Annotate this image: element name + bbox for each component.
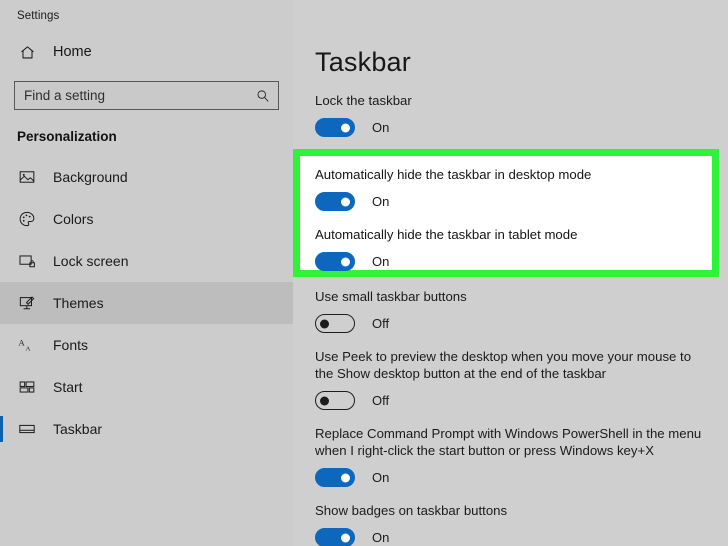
setting-label: Automatically hide the taskbar in deskto…	[315, 167, 592, 182]
badges-toggle[interactable]	[315, 528, 355, 546]
setting-label: Use Peek to preview the desktop when you…	[315, 349, 692, 381]
selection-accent	[0, 290, 3, 316]
svg-text:A: A	[19, 337, 26, 347]
sidebar-item-lock-screen[interactable]: Lock screen	[0, 240, 293, 282]
sidebar-item-label: Start	[53, 379, 83, 395]
sidebar-item-label: Lock screen	[53, 253, 129, 269]
setting-peek: Use Peek to preview the desktop when you…	[293, 348, 726, 410]
toggle-knob	[341, 533, 350, 542]
toggle-row: On	[315, 118, 728, 137]
home-icon	[17, 42, 37, 62]
toggle-state-label: On	[372, 470, 390, 485]
sidebar-item-home-label: Home	[53, 44, 92, 60]
autohide-tablet-toggle[interactable]	[315, 252, 355, 271]
setting-label: Replace Command Prompt with Windows Powe…	[315, 426, 702, 458]
setting-autohide-desktop: Automatically hide the taskbar in deskto…	[300, 166, 712, 211]
toggle-row: On	[315, 192, 712, 211]
svg-text:A: A	[26, 345, 31, 352]
toggle-knob	[341, 123, 350, 132]
sidebar-item-home[interactable]: Home	[0, 37, 293, 67]
toggle-state-label: On	[372, 530, 390, 545]
toggle-row: Off	[315, 391, 726, 410]
setting-powershell: Replace Command Prompt with Windows Powe…	[293, 425, 726, 487]
search-box[interactable]	[14, 81, 279, 110]
sidebar-nav-list: Background Colors Lock screen Themes A A…	[0, 156, 293, 450]
selection-accent	[0, 374, 3, 400]
toggle-state-label: Off	[372, 393, 390, 408]
page-title: Taskbar	[315, 47, 411, 77]
app-title: Settings	[17, 10, 60, 22]
selection-accent	[0, 248, 3, 274]
sidebar-item-label: Fonts	[53, 337, 89, 353]
setting-label: Lock the taskbar	[315, 93, 412, 108]
toggle-row: On	[315, 528, 726, 546]
powershell-toggle[interactable]	[315, 468, 355, 487]
small-buttons-toggle[interactable]	[315, 314, 355, 333]
selection-accent	[0, 164, 3, 190]
selection-accent	[0, 332, 3, 358]
image-icon	[17, 167, 37, 187]
lower-settings-group: Use small taskbar buttons Off Use Peek t…	[293, 277, 726, 546]
toggle-knob	[341, 473, 350, 482]
sidebar-item-fonts[interactable]: A A Fonts	[0, 324, 293, 366]
sidebar-item-colors[interactable]: Colors	[0, 198, 293, 240]
autohide-desktop-toggle[interactable]	[315, 192, 355, 211]
main-content: Taskbar Lock the taskbar On Automaticall…	[293, 0, 728, 546]
search-input[interactable]	[15, 82, 278, 109]
sidebar-item-start[interactable]: Start	[0, 366, 293, 408]
setting-label: Automatically hide the taskbar in tablet…	[315, 227, 578, 242]
toggle-row: Off	[315, 314, 726, 333]
sidebar-item-label: Colors	[53, 211, 94, 227]
setting-label: Use small taskbar buttons	[315, 289, 467, 304]
sidebar-item-label: Background	[53, 169, 128, 185]
lock-screen-icon	[17, 251, 37, 271]
sidebar-section-header: Personalization	[17, 129, 117, 144]
setting-lock-taskbar: Lock the taskbar On	[293, 92, 728, 137]
sidebar: Settings Home Personalization	[0, 0, 293, 546]
toggle-state-label: On	[372, 120, 390, 135]
toggle-row: On	[315, 468, 726, 487]
start-icon	[17, 377, 37, 397]
toggle-state-label: On	[372, 254, 390, 269]
selection-accent	[0, 206, 3, 232]
sidebar-item-themes[interactable]: Themes	[0, 282, 293, 324]
palette-icon	[17, 209, 37, 229]
setting-label: Show badges on taskbar buttons	[315, 503, 508, 518]
toggle-row: On	[315, 252, 712, 271]
sidebar-item-background[interactable]: Background	[0, 156, 293, 198]
setting-autohide-tablet: Automatically hide the taskbar in tablet…	[300, 226, 712, 271]
toggle-knob	[319, 319, 329, 328]
fonts-icon: A A	[17, 335, 37, 355]
sidebar-item-taskbar[interactable]: Taskbar	[0, 408, 293, 450]
sidebar-item-label: Themes	[53, 295, 104, 311]
themes-icon	[17, 293, 37, 313]
toggle-state-label: Off	[372, 316, 390, 331]
setting-badges: Show badges on taskbar buttons On	[293, 502, 726, 546]
search-icon[interactable]	[256, 89, 270, 103]
setting-small-buttons: Use small taskbar buttons Off	[293, 288, 726, 333]
settings-window: Settings Home Personalization	[0, 0, 728, 546]
toggle-knob	[341, 257, 350, 266]
toggle-state-label: On	[372, 194, 390, 209]
highlight-annotation-box: Automatically hide the taskbar in deskto…	[293, 149, 719, 277]
peek-toggle[interactable]	[315, 391, 355, 410]
selection-accent	[0, 416, 3, 442]
lock-taskbar-toggle[interactable]	[315, 118, 355, 137]
taskbar-icon	[17, 419, 37, 439]
toggle-knob	[319, 396, 329, 405]
sidebar-item-label: Taskbar	[53, 421, 103, 437]
toggle-knob	[341, 197, 350, 206]
